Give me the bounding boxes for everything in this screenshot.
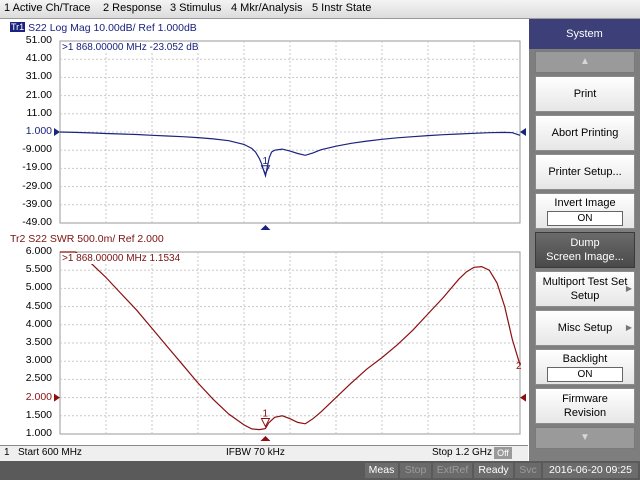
status-datetime: 2016-06-20 09:25 [543,463,638,478]
invert-image-button[interactable]: Invert Image ON [535,193,635,229]
print-label: Print [573,88,597,100]
status-svc: Svc [515,463,541,478]
menu-mkr-analysis[interactable]: 4 Mkr/Analysis [231,2,303,14]
trace2-ref-left-icon [54,393,60,402]
printer-setup-button[interactable]: Printer Setup... [535,154,635,190]
menu-response[interactable]: 2 Response [103,2,162,14]
menu-active-ch-trace[interactable]: 1 Active Ch/Trace [4,2,90,14]
invert-image-label: Invert Image [554,197,616,209]
trace1-ref-left-icon [54,128,60,136]
trace1-marker-label: 1 [262,156,268,167]
trace2-marker-pos-icon [260,436,271,441]
backlight-button[interactable]: Backlight ON [535,349,635,385]
trace2-marker-readout: >1 868.00000 MHz 1.1534 [62,253,181,264]
multiport-setup-label: Setup [570,290,600,302]
dump-label: Dump [570,237,600,249]
trace1-marker-pos-icon [260,225,271,230]
status-bar: Meas Stop ExtRef Ready Svc 2016-06-20 09… [0,461,640,480]
stimulus-bar: 1 Start 600 MHz IFBW 70 kHz Stop 1.2 GHz… [0,445,528,461]
misc-setup-label: Misc Setup [557,322,613,334]
misc-setup-button[interactable]: Misc Setup ▶ [535,310,635,346]
status-stop: Stop [400,463,431,478]
channel-number: 1 [4,447,10,458]
revision-label: Revision [563,407,607,419]
abort-printing-label: Abort Printing [551,127,619,139]
chevron-right-icon: ▶ [625,323,632,332]
scroll-down-button[interactable]: ▼ [535,427,635,449]
trace1-marker-readout: >1 868.00000 MHz -23.052 dB [62,42,199,53]
trace2-ref-right-icon [520,393,526,402]
menu-stimulus[interactable]: 3 Stimulus [170,2,221,14]
triangle-up-icon: ▲ [580,56,590,67]
printer-setup-label: Printer Setup... [548,166,622,178]
abort-printing-button[interactable]: Abort Printing [535,115,635,151]
ifbw-value[interactable]: IFBW 70 kHz [226,447,285,458]
invert-image-state: ON [547,211,623,226]
softkey-panel: System ▲ Print Abort Printing Printer Se… [529,19,640,461]
status-meas: Meas [365,463,398,478]
trace1-ref-right-icon [520,128,526,136]
status-extref: ExtRef [433,463,472,478]
firmware-label: Firmware [562,393,608,405]
chevron-right-icon: ▶ [625,284,632,293]
stop-frequency[interactable]: Stop 1.2 GHz [432,447,492,458]
multiport-test-set-button[interactable]: Multiport Test Set Setup ▶ [535,271,635,307]
off-indicator: Off [494,447,512,459]
dump-screen-image-button[interactable]: Dump Screen Image... [535,232,635,268]
softkey-title: System [529,19,640,49]
print-button[interactable]: Print [535,76,635,112]
status-ready: Ready [474,463,513,478]
trace-display: Tr1 S22 Log Mag 10.00dB/ Ref 1.000dB 51.… [0,19,528,444]
backlight-state: ON [547,367,623,382]
backlight-label: Backlight [562,353,608,365]
menu-bar: 1 Active Ch/Trace 2 Response 3 Stimulus … [0,0,640,19]
start-frequency[interactable]: Start 600 MHz [18,447,82,458]
triangle-down-icon: ▼ [580,432,590,443]
firmware-revision-button[interactable]: Firmware Revision [535,388,635,424]
screen-image-label: Screen Image... [546,251,624,263]
trace-plot: 1 1 2 [54,40,526,441]
trace2-marker-label: 1 [262,409,268,420]
scroll-up-button[interactable]: ▲ [535,51,635,73]
trace2-end-label: 2 [516,361,522,372]
multiport-label: Multiport Test Set [542,276,628,288]
menu-instr-state[interactable]: 5 Instr State [312,2,371,14]
